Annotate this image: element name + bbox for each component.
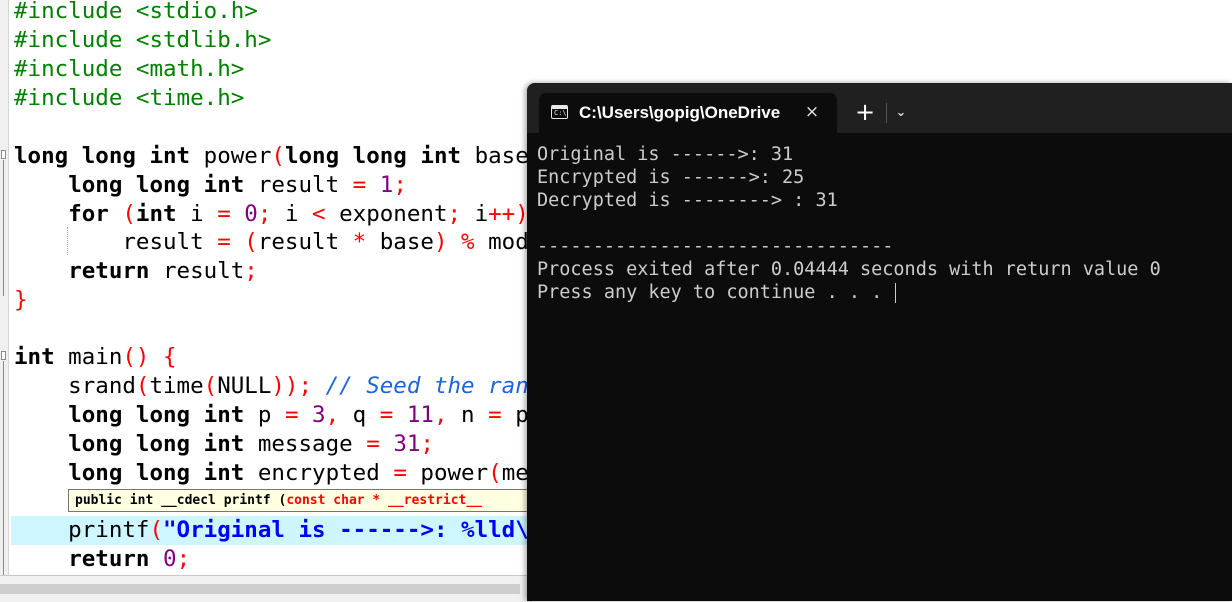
code-line[interactable]: return 0; — [14, 545, 190, 574]
new-tab-button[interactable]: + — [852, 100, 878, 126]
console-line: -------------------------------- — [537, 236, 894, 257]
terminal-tab[interactable]: C:\ C:\Users\gopig\OneDrive × — [539, 93, 837, 133]
console-line: Press any key to continue . . . — [537, 282, 894, 303]
code-line[interactable]: } — [14, 286, 28, 315]
console-output[interactable]: Original is ------>: 31 Encrypted is ---… — [537, 143, 1227, 304]
terminal-tab-bar: C:\ C:\Users\gopig\OneDrive × + ⌄ — [527, 83, 1232, 133]
code-line[interactable]: int main() { — [14, 343, 177, 372]
fold-marker-main[interactable] — [1, 351, 6, 360]
code-line[interactable]: for (int i = 0; i < exponent; i++) — [14, 200, 529, 229]
terminal-icon: C:\ — [551, 105, 568, 119]
code-line[interactable]: long long int result = 1; — [14, 171, 407, 200]
terminal-window[interactable]: C:\ C:\Users\gopig\OneDrive × + ⌄ Origin… — [527, 83, 1232, 601]
code-line[interactable]: return result; — [14, 257, 258, 286]
code-line[interactable]: long long int message = 31; — [14, 430, 434, 459]
fold-line — [3, 361, 4, 575]
scrollbar-thumb[interactable] — [0, 584, 520, 594]
close-icon[interactable]: × — [801, 101, 823, 123]
console-prompt-line: Press any key to continue . . . — [537, 281, 1227, 304]
terminal-icon-glyph: C:\ — [554, 109, 567, 117]
code-line[interactable]: srand(time(NULL)); // Seed the ran — [14, 372, 529, 401]
horizontal-scrollbar[interactable] — [0, 575, 532, 602]
chevron-down-icon[interactable]: ⌄ — [891, 101, 911, 125]
fold-marker-power[interactable] — [1, 150, 6, 159]
function-signature-tooltip: public int __cdecl printf (const char * … — [68, 489, 538, 512]
code-line[interactable]: long long int encrypted = power(me — [14, 459, 529, 488]
console-line: Encrypted is ------>: 25 — [537, 167, 805, 188]
code-line[interactable]: result = (result * base) % mod — [14, 228, 528, 257]
console-line: Process exited after 0.04444 seconds wit… — [537, 259, 1161, 280]
code-line[interactable]: long long int power(long long int base — [14, 142, 529, 171]
console-line: Original is ------>: 31 — [537, 144, 794, 165]
tooltip-param: const char * __restrict__ — [286, 493, 482, 508]
code-line[interactable]: printf("Original is ------>: %lld\ — [14, 516, 529, 545]
code-line[interactable]: long long int p = 3, q = 11, n = p — [14, 401, 529, 430]
code-line[interactable]: #include <stdio.h> — [14, 0, 258, 26]
console-line: Decrypted is --------> : 31 — [537, 190, 838, 211]
code-line[interactable]: #include <stdlib.h> — [14, 26, 271, 55]
code-line[interactable]: #include <math.h> — [14, 55, 244, 84]
editor-gutter — [0, 0, 9, 575]
tab-title: C:\Users\gopig\OneDrive — [579, 103, 781, 122]
text-cursor — [895, 283, 897, 303]
tooltip-signature: public int __cdecl printf ( — [75, 493, 287, 508]
tab-separator — [886, 103, 887, 123]
fold-line — [3, 160, 4, 296]
code-line[interactable]: #include <time.h> — [14, 84, 244, 113]
